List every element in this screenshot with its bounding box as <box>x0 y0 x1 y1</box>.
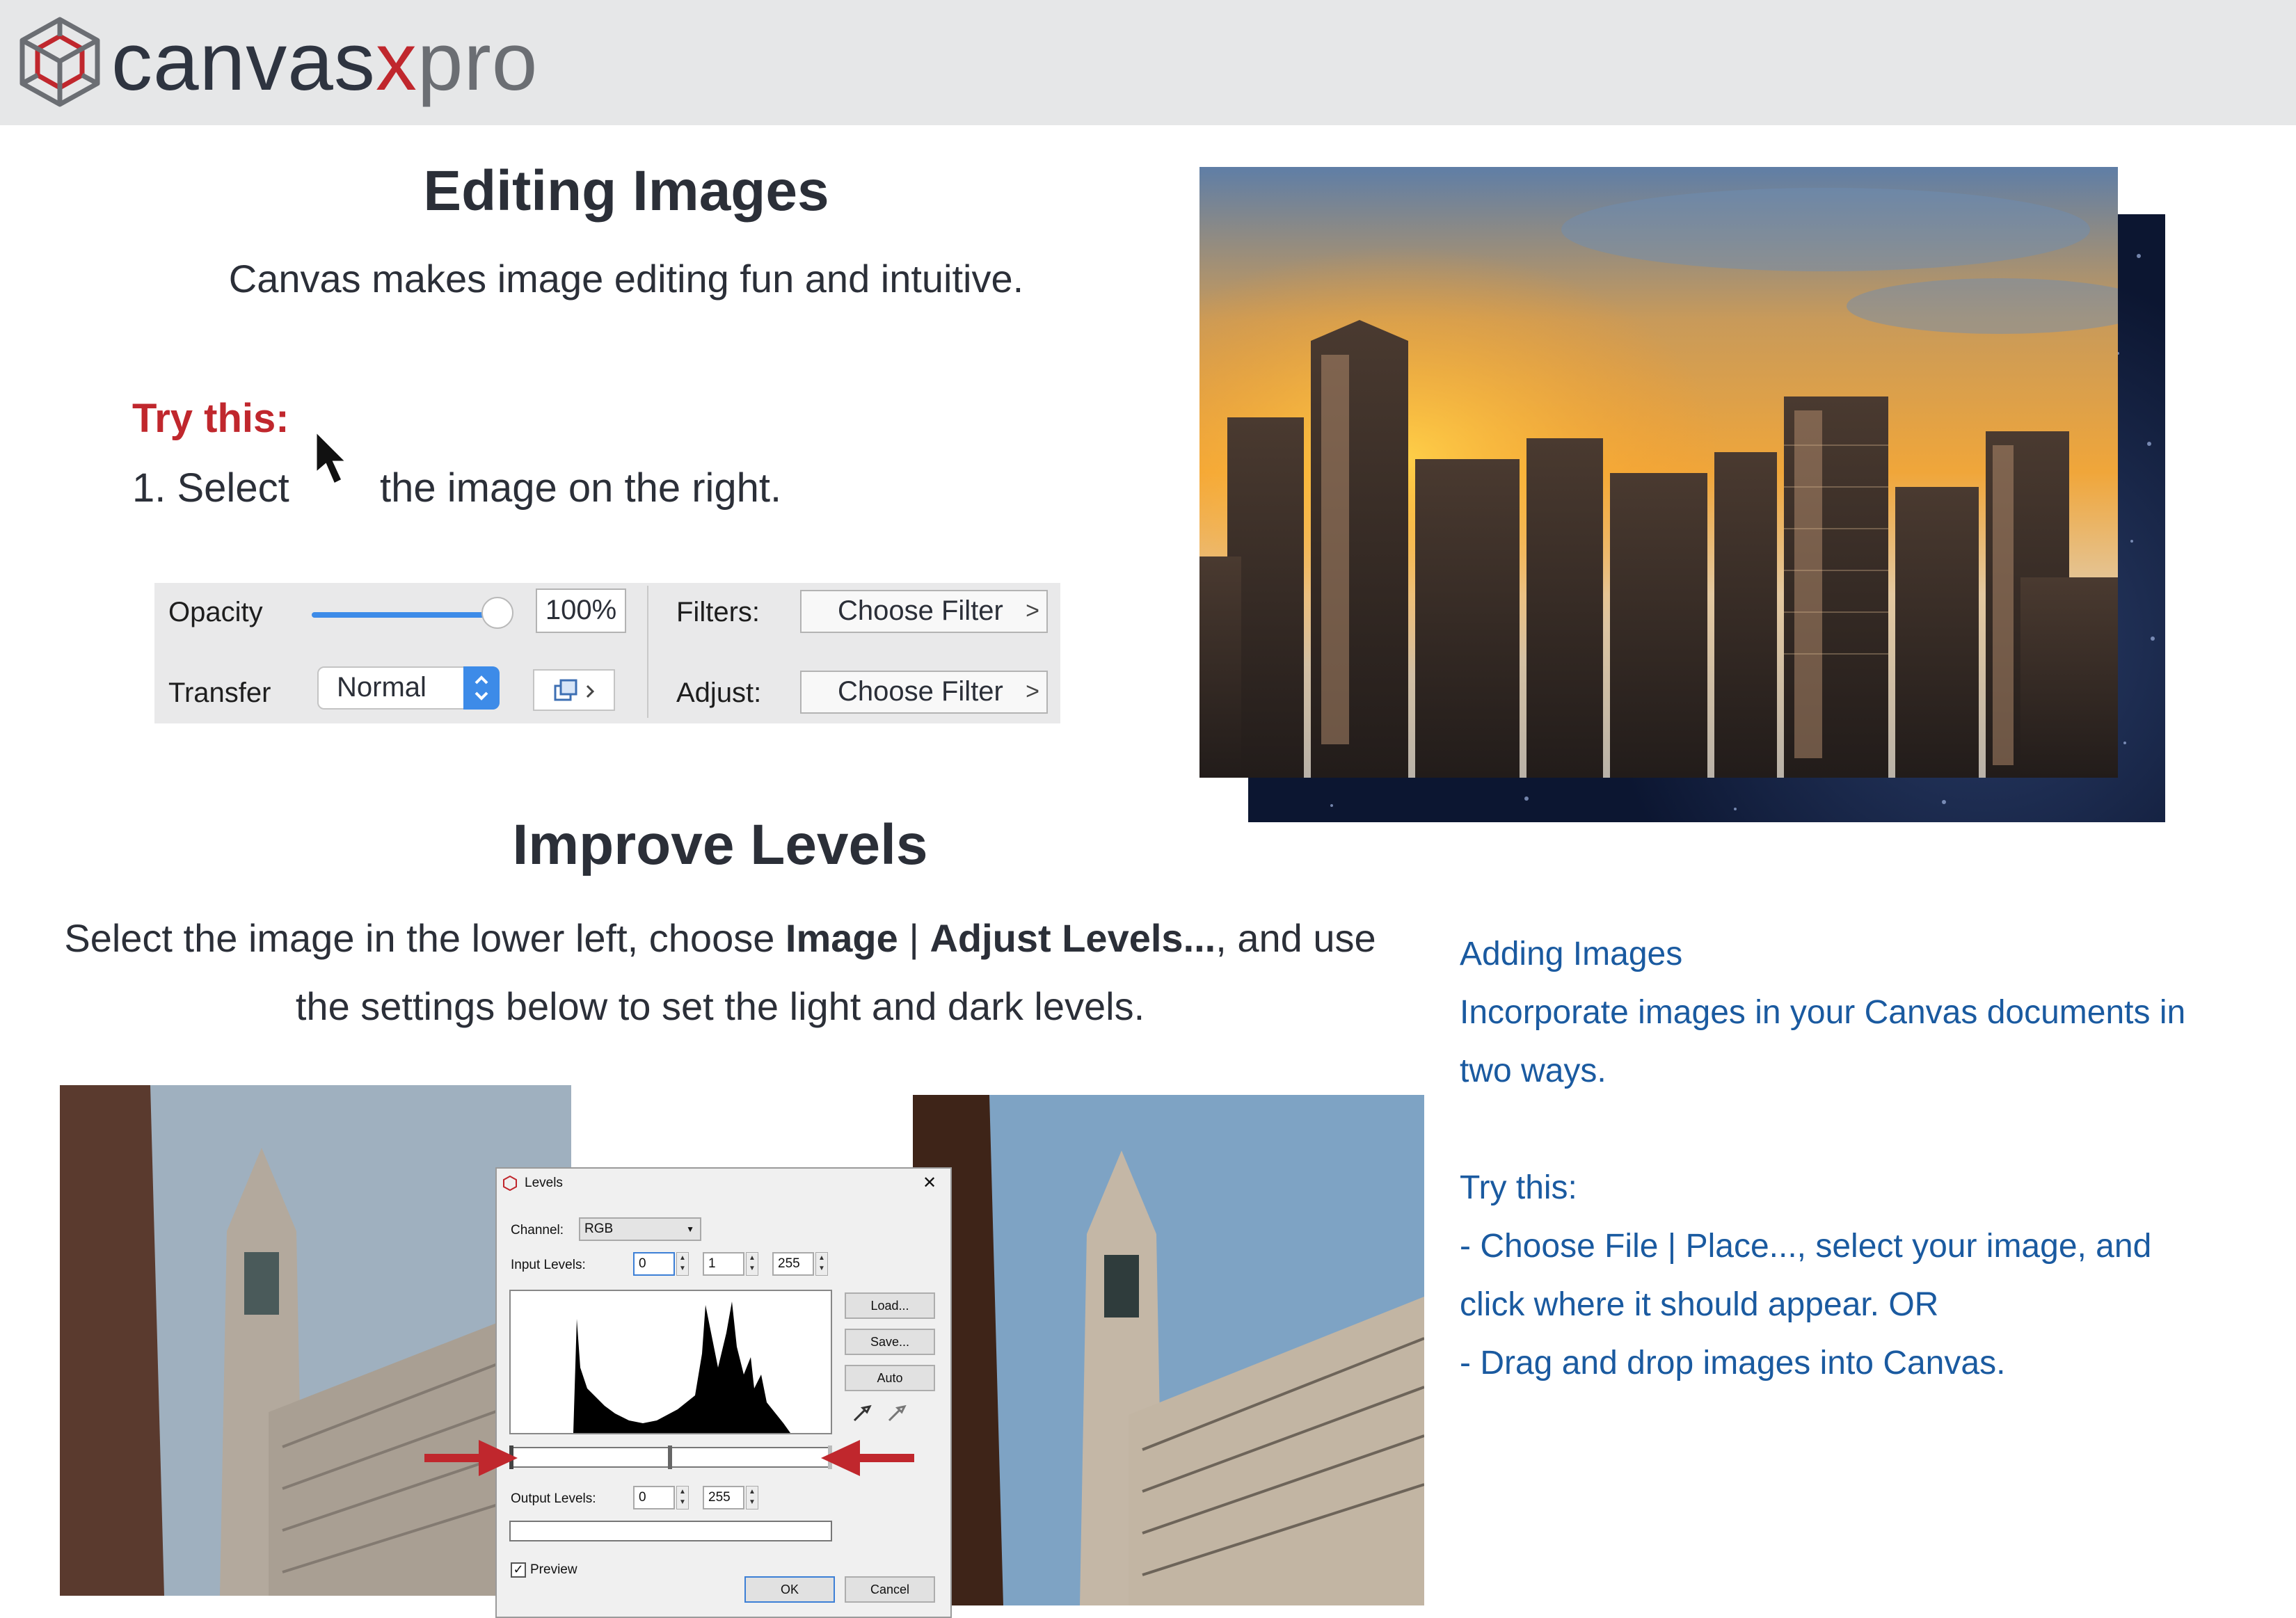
close-icon[interactable]: ✕ <box>923 1173 936 1193</box>
channel-select[interactable]: RGB ▼ <box>579 1217 701 1241</box>
brand-wordmark: canvasxpro <box>111 10 538 114</box>
input-black-field[interactable]: 0 <box>633 1252 675 1276</box>
channel-value: RGB <box>584 1221 614 1236</box>
improve-levels-heading: Improve Levels <box>512 813 928 876</box>
city-skyline-photo[interactable] <box>1199 167 2118 778</box>
brand-canvas: canvas <box>111 16 376 108</box>
boston-photo-before[interactable] <box>60 1085 571 1596</box>
output-level-slider[interactable] <box>509 1521 832 1541</box>
step1-suffix: the image on the right. <box>380 465 782 511</box>
white-eyedropper-icon[interactable] <box>886 1401 909 1423</box>
boston-photo-after[interactable] <box>913 1095 1424 1605</box>
info-title: Adding Images <box>1460 936 1683 972</box>
cancel-button[interactable]: Cancel <box>845 1576 935 1603</box>
arrow-cursor-icon <box>314 430 349 486</box>
preview-label: Preview <box>530 1562 577 1577</box>
object-toolbar: Opacity 100% Transfer Normal Filters: Ch… <box>154 583 1060 723</box>
choose-adjust-button[interactable]: Choose Filter > <box>800 671 1048 714</box>
editing-images-subtitle: Canvas makes image editing fun and intui… <box>228 257 1024 301</box>
transfer-mode-value: Normal <box>337 672 426 703</box>
load-button[interactable]: Load... <box>845 1292 935 1319</box>
menu-separator: | <box>898 916 930 960</box>
ok-button[interactable]: OK <box>744 1576 835 1603</box>
levels-dialog: Levels ✕ Channel: RGB ▼ Input Levels: 0 … <box>495 1167 952 1618</box>
filters-label: Filters: <box>676 597 760 627</box>
toolbar-divider <box>647 586 648 718</box>
menu-adjust-levels-label: Adjust Levels... <box>930 916 1216 960</box>
output-white-spinner[interactable]: ▲ ▼ <box>746 1486 758 1509</box>
improve-levels-body: Select the image in the lower left, choo… <box>56 904 1385 1041</box>
brand-x: x <box>375 16 417 108</box>
adding-images-info: Adding Images Incorporate images in your… <box>1460 925 2267 1393</box>
copy-mode-button[interactable] <box>533 669 615 711</box>
output-white-field[interactable]: 255 <box>703 1486 744 1509</box>
brand-pro: pro <box>417 16 539 108</box>
histogram-graph <box>573 1301 790 1433</box>
chevron-right-icon: > <box>1026 678 1039 705</box>
red-arrow-right-icon <box>424 1440 518 1476</box>
select-stepper-icon <box>463 666 500 710</box>
input-gamma-field[interactable]: 1 <box>703 1252 744 1276</box>
info-item1a: - Choose File | Place..., select your im… <box>1460 1228 2152 1265</box>
editing-images-heading: Editing Images <box>423 159 829 223</box>
step1-prefix: 1. Select <box>132 465 289 511</box>
info-try: Try this: <box>1460 1169 1577 1206</box>
improve-body-part1: Select the image in the lower left, choo… <box>64 916 786 960</box>
choose-filter-button[interactable]: Choose Filter > <box>800 590 1048 633</box>
input-white-field[interactable]: 255 <box>772 1252 814 1276</box>
input-black-spinner[interactable]: ▲ ▼ <box>676 1252 689 1276</box>
info-line2: two ways. <box>1460 1052 1607 1089</box>
opacity-slider-track[interactable] <box>312 612 504 618</box>
transfer-mode-select[interactable]: Normal <box>317 666 500 710</box>
black-eyedropper-icon[interactable] <box>852 1401 874 1423</box>
input-levels-label: Input Levels: <box>511 1258 586 1272</box>
info-item1b: click where it should appear. OR <box>1460 1286 1939 1323</box>
copy-mode-icon <box>554 679 595 701</box>
histogram-panel <box>509 1290 832 1434</box>
canvas-app-icon <box>503 1176 517 1191</box>
chevron-right-icon: > <box>1026 598 1039 624</box>
opacity-value-field[interactable]: 100% <box>536 588 626 633</box>
adjust-label: Adjust: <box>676 678 762 708</box>
preview-checkbox[interactable]: ✓ <box>511 1562 526 1578</box>
choose-filter-label: Choose Filter <box>838 595 1003 626</box>
input-level-slider[interactable] <box>509 1445 832 1469</box>
opacity-slider-knob[interactable] <box>481 597 513 629</box>
transfer-label: Transfer <box>168 678 271 708</box>
info-line1: Incorporate images in your Canvas docume… <box>1460 994 2186 1031</box>
dialog-title: Levels <box>525 1176 563 1190</box>
menu-image-label: Image <box>785 916 898 960</box>
opacity-label: Opacity <box>168 597 263 627</box>
input-white-spinner[interactable]: ▲ ▼ <box>815 1252 828 1276</box>
input-gamma-spinner[interactable]: ▲ ▼ <box>746 1252 758 1276</box>
red-arrow-left-icon <box>821 1440 914 1476</box>
output-levels-label: Output Levels: <box>511 1491 596 1506</box>
canvas-cube-logo-icon <box>19 17 100 107</box>
info-item2: - Drag and drop images into Canvas. <box>1460 1345 2006 1381</box>
output-black-spinner[interactable]: ▲ ▼ <box>676 1486 689 1509</box>
auto-button[interactable]: Auto <box>845 1365 935 1391</box>
save-button[interactable]: Save... <box>845 1329 935 1355</box>
choose-adjust-label: Choose Filter <box>838 676 1003 707</box>
gamma-handle[interactable] <box>668 1445 672 1469</box>
channel-label: Channel: <box>511 1223 564 1237</box>
output-black-field[interactable]: 0 <box>633 1486 675 1509</box>
try-this-label: Try this: <box>132 396 289 441</box>
chevron-down-icon: ▼ <box>686 1224 694 1234</box>
